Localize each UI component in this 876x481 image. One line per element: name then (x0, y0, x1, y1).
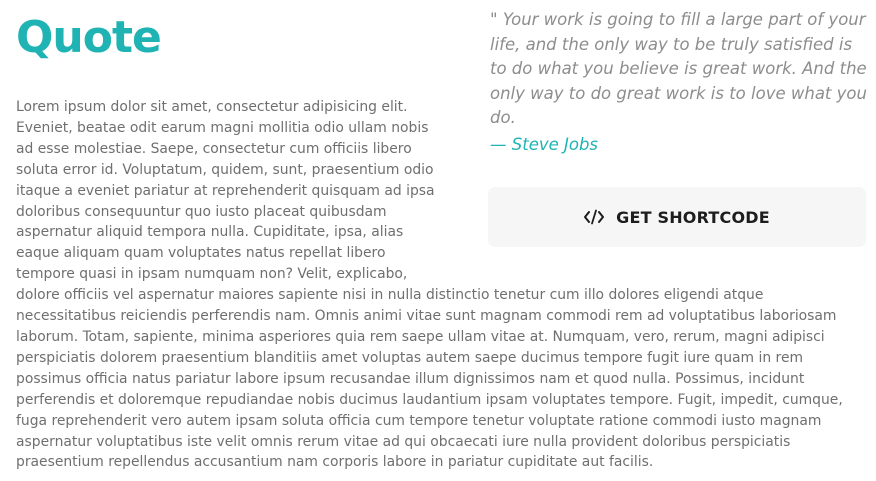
page-title: Quote (16, 12, 162, 63)
body-paragraph: Lorem ipsum dolor sit amet, consectetur … (16, 99, 843, 471)
